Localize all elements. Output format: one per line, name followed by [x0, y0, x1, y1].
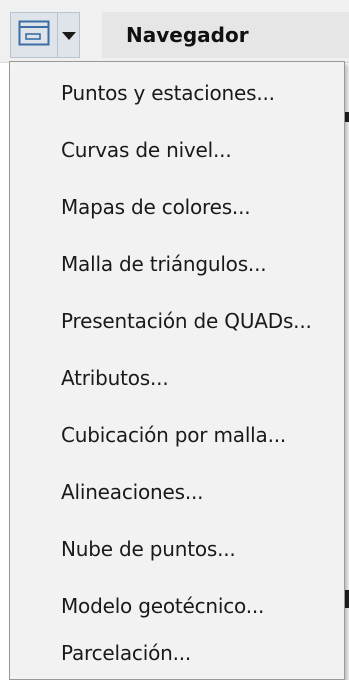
menu-item-mapas-colores[interactable]: Mapas de colores... [10, 184, 344, 230]
menu-item-curvas-nivel[interactable]: Curvas de nivel... [10, 127, 344, 173]
view-button[interactable] [11, 13, 58, 57]
navigator-tab[interactable]: Navegador [102, 12, 349, 58]
menu-item-nube-puntos[interactable]: Nube de puntos... [10, 526, 344, 572]
menu-item-parcelacion[interactable]: Parcelación... [10, 630, 344, 676]
menu-item-atributos[interactable]: Atributos... [10, 355, 344, 401]
view-dropdown-button[interactable] [58, 13, 79, 57]
view-dropdown-menu: Puntos y estaciones... Curvas de nivel..… [9, 61, 345, 680]
background-edge-mark [345, 590, 349, 608]
menu-item-puntos-estaciones[interactable]: Puntos y estaciones... [10, 70, 344, 116]
toolbar: Navegador [0, 0, 349, 63]
menu-item-cubicacion-malla[interactable]: Cubicación por malla... [10, 412, 344, 458]
caret-down-icon [61, 26, 76, 45]
menu-item-modelo-geotecnico[interactable]: Modelo geotécnico... [10, 583, 344, 629]
view-split-button[interactable] [10, 12, 80, 58]
background-edge-mark [345, 112, 349, 122]
menu-item-malla-triangulos[interactable]: Malla de triángulos... [10, 241, 344, 287]
navigator-title: Navegador [126, 23, 249, 47]
window-icon [18, 20, 50, 50]
menu-item-presentacion-quads[interactable]: Presentación de QUADs... [10, 298, 344, 344]
menu-item-alineaciones[interactable]: Alineaciones... [10, 469, 344, 515]
